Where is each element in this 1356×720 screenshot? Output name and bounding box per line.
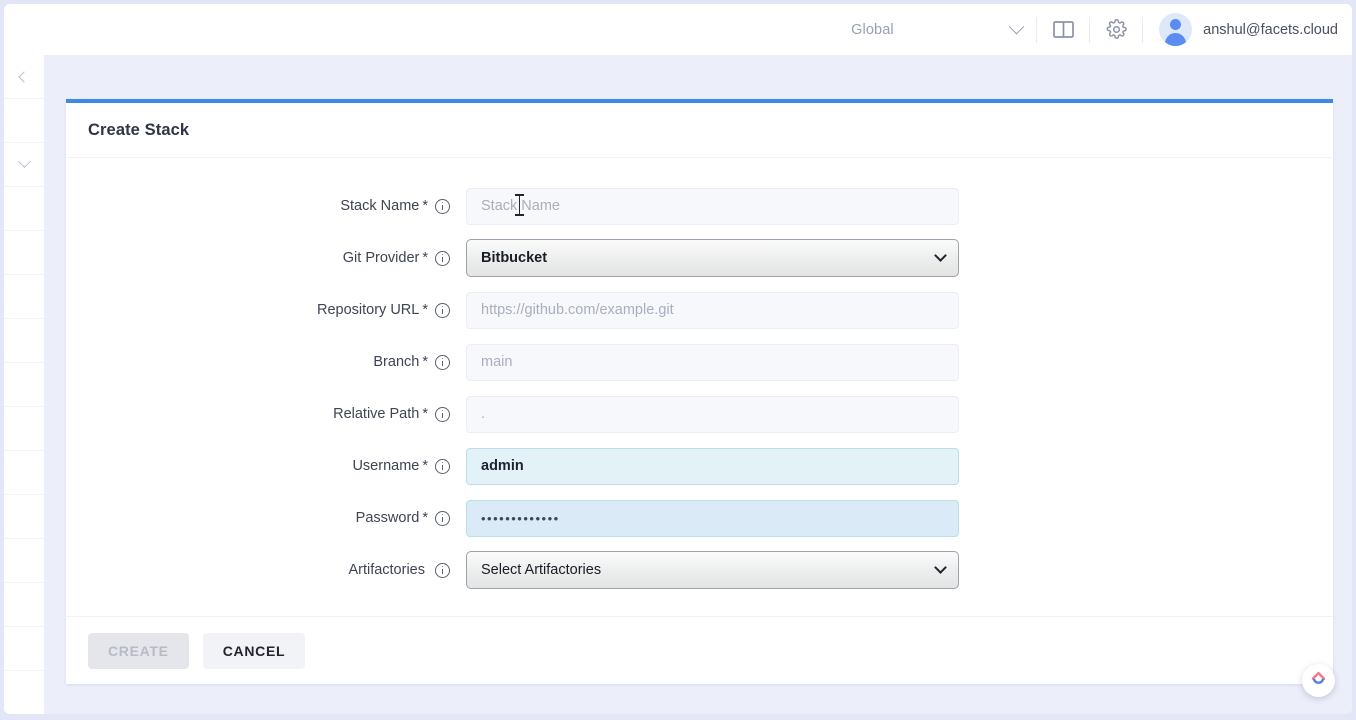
main-content: Create Stack Stack Name * Stack Name Git…: [45, 55, 1352, 714]
form-row-repository-url: Repository URL *: [66, 284, 1333, 336]
top-header-bar: Global anshul@facets.cloud: [4, 4, 1352, 55]
field-control-repository-url: [466, 291, 959, 329]
info-icon[interactable]: [435, 562, 450, 578]
app-viewport: Global anshul@facets.cloud Create Stack …: [0, 0, 1356, 720]
label-text: Stack Name: [340, 198, 420, 214]
required-marker: *: [422, 250, 428, 266]
field-label-git-provider: Git Provider *: [66, 250, 466, 266]
info-icon[interactable]: [435, 510, 450, 526]
sidebar-rail-slot-11: [4, 583, 44, 627]
info-icon[interactable]: [435, 250, 450, 266]
sidebar-rail-slot-10: [4, 539, 44, 583]
label-text: Password: [355, 510, 420, 526]
password-input[interactable]: [466, 499, 959, 537]
field-label-repository-url: Repository URL *: [66, 302, 466, 318]
card-header: Create Stack: [66, 103, 1333, 158]
form-row-username: Username *: [66, 440, 1333, 492]
required-marker: *: [422, 354, 428, 370]
repository-url-input[interactable]: [466, 291, 959, 329]
card-footer: CREATE CANCEL: [66, 616, 1333, 684]
required-marker: *: [422, 198, 428, 214]
app-body: Create Stack Stack Name * Stack Name Git…: [4, 55, 1352, 714]
sidebar-rail-slot-4: [4, 275, 44, 319]
sidebar-rail-slot-2: [4, 187, 44, 231]
field-label-artifactories: Artifactories: [66, 562, 466, 578]
gear-icon: [1106, 19, 1127, 40]
field-control-stack-name: [466, 187, 959, 225]
required-marker: *: [422, 406, 428, 422]
header-divider-1: [1036, 16, 1038, 43]
field-label-relative-path: Relative Path *: [66, 406, 466, 422]
chevron-left-icon: [18, 70, 30, 83]
field-control-username: [466, 447, 959, 485]
stack-name-input[interactable]: [466, 187, 959, 225]
form-row-git-provider: Git Provider * Bitbucket: [66, 232, 1333, 284]
sidebar-rail: [4, 55, 45, 714]
required-marker: *: [422, 458, 428, 474]
label-text: Branch: [373, 354, 420, 370]
required-marker: *: [422, 510, 428, 526]
sidebar-rail-slot-6: [4, 363, 44, 407]
label-text: Relative Path: [333, 406, 420, 422]
info-icon[interactable]: [435, 198, 450, 214]
sidebar-rail-slot-1: [4, 99, 44, 143]
git-provider-select[interactable]: Bitbucket: [466, 239, 959, 277]
facets-logo-icon: [1309, 669, 1328, 693]
form-row-password: Password *: [66, 492, 1333, 544]
field-label-password: Password *: [66, 510, 466, 526]
field-control-branch: [466, 343, 959, 381]
page-title: Create Stack: [88, 120, 190, 139]
field-control-git-provider: Bitbucket: [466, 239, 959, 277]
create-stack-form: Stack Name * Git Provider *: [66, 158, 1333, 616]
brand-badge-button[interactable]: [1302, 664, 1335, 697]
header-divider-2: [1089, 16, 1091, 43]
relative-path-input[interactable]: [466, 395, 959, 433]
artifactories-select[interactable]: Select Artifactories: [466, 551, 959, 589]
field-label-stack-name: Stack Name *: [66, 198, 466, 214]
book-icon: [1052, 20, 1074, 39]
scope-selector[interactable]: Global: [837, 13, 1032, 47]
field-label-branch: Branch *: [66, 354, 466, 370]
chevron-down-icon: [17, 155, 31, 169]
sidebar-rail-slot-8: [4, 451, 44, 495]
sidebar-rail-slot-5: [4, 319, 44, 363]
create-stack-card: Create Stack Stack Name * Stack Name Git…: [66, 99, 1333, 684]
required-marker: *: [422, 302, 428, 318]
sidebar-rail-slot-7: [4, 407, 44, 451]
user-email: anshul@facets.cloud: [1203, 21, 1338, 38]
sidebar-rail-slot-3: [4, 231, 44, 275]
info-icon[interactable]: [435, 302, 450, 318]
scope-selector-value: Global: [851, 21, 894, 38]
settings-button[interactable]: [1094, 10, 1138, 50]
chevron-down-icon: [1008, 18, 1025, 35]
username-input[interactable]: [466, 447, 959, 485]
info-icon[interactable]: [435, 458, 450, 474]
docs-button[interactable]: [1041, 10, 1085, 50]
branch-input[interactable]: [466, 343, 959, 381]
sidebar-expand-toggle[interactable]: [4, 143, 44, 187]
field-label-username: Username *: [66, 458, 466, 474]
sidebar-collapse-toggle[interactable]: [4, 55, 44, 99]
create-button[interactable]: CREATE: [88, 632, 189, 669]
sidebar-rail-slot-9: [4, 495, 44, 539]
info-icon[interactable]: [435, 406, 450, 422]
field-control-relative-path: [466, 395, 959, 433]
header-divider-3: [1142, 16, 1144, 43]
form-row-branch: Branch *: [66, 336, 1333, 388]
user-menu[interactable]: anshul@facets.cloud: [1159, 13, 1338, 46]
info-icon[interactable]: [435, 354, 450, 370]
label-text: Repository URL: [317, 302, 420, 318]
form-row-artifactories: Artifactories Select Artifactories: [66, 544, 1333, 596]
field-control-password: [466, 499, 959, 537]
cancel-button[interactable]: CANCEL: [202, 632, 306, 669]
label-text: Artifactories: [348, 562, 425, 578]
form-row-stack-name: Stack Name *: [66, 180, 1333, 232]
field-control-artifactories: Select Artifactories: [466, 551, 959, 589]
label-text: Git Provider: [342, 250, 420, 266]
form-row-relative-path: Relative Path *: [66, 388, 1333, 440]
sidebar-rail-slot-12: [4, 627, 44, 671]
label-text: Username: [352, 458, 420, 474]
user-avatar-icon: [1159, 13, 1193, 46]
